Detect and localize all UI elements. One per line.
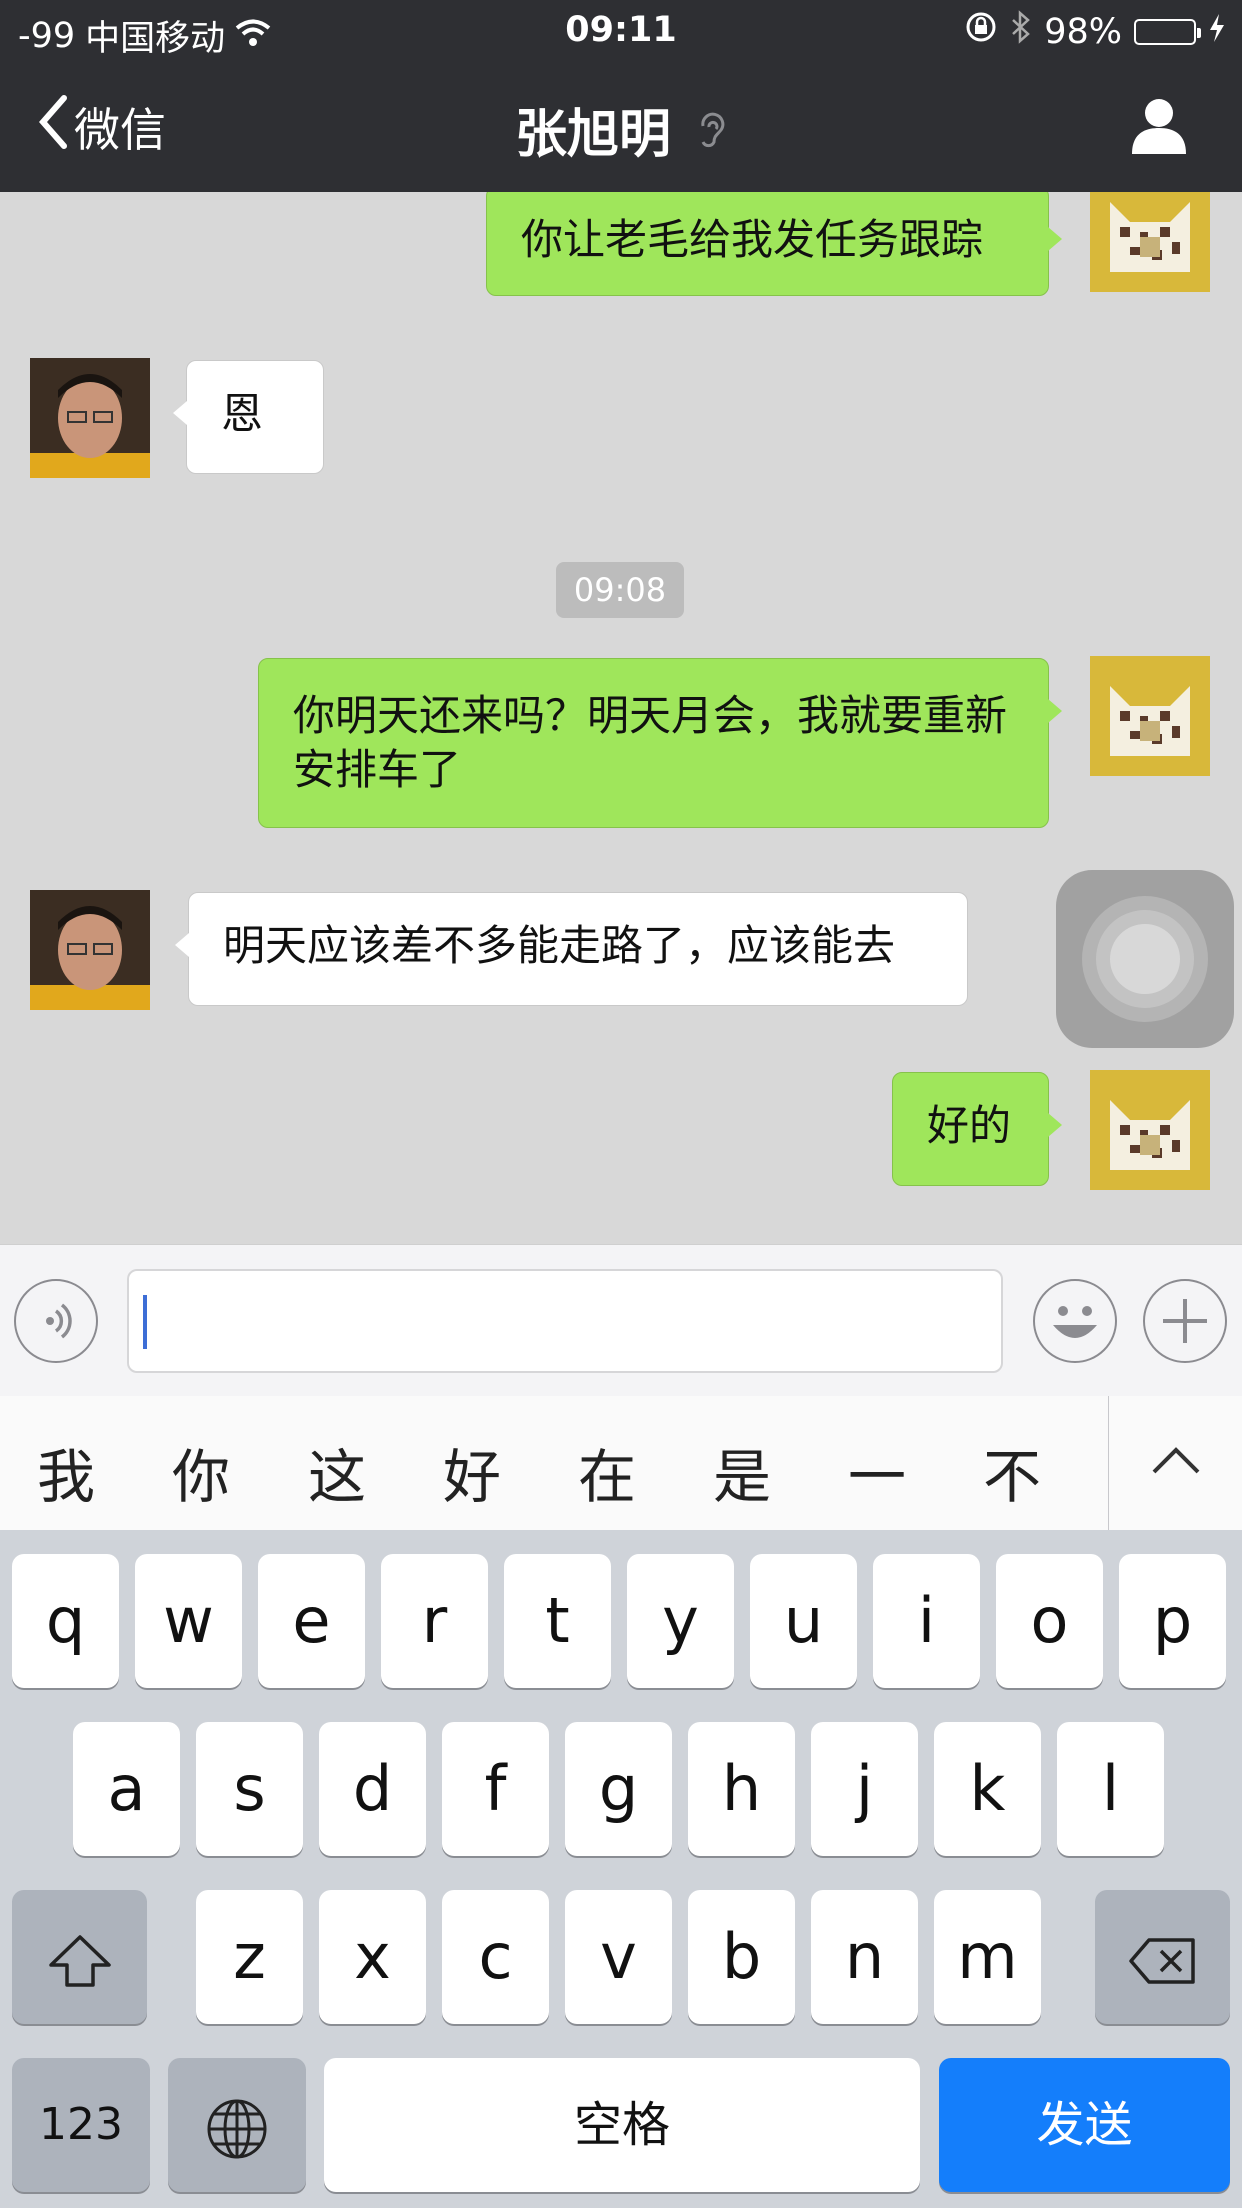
candidate-word[interactable]: 你 [151,1430,251,1514]
key-y[interactable]: y [627,1554,734,1688]
space-key[interactable]: 空格 [324,2058,920,2192]
candidate-word[interactable]: 这 [287,1430,387,1514]
candidate-word[interactable]: 是 [692,1430,792,1514]
key-h[interactable]: h [688,1722,795,1856]
contact-avatar[interactable] [30,890,150,1010]
plus-icon [1145,1299,1225,1365]
key-f[interactable]: f [442,1722,549,1856]
key-w[interactable]: w [135,1554,242,1688]
candidate-word[interactable]: 不 [962,1430,1062,1514]
message-bubble-outgoing[interactable]: 你让老毛给我发任务跟踪 [486,192,1062,296]
key-d[interactable]: d [319,1722,426,1856]
message-text: 好的 [927,1101,1012,1150]
ime-candidate-bar: 我 你 这 好 在 是 一 不 [0,1396,1242,1531]
language-switch-key[interactable] [168,2058,306,2192]
rotation-lock-icon [964,10,998,53]
my-avatar[interactable] [1090,192,1210,292]
key-r[interactable]: r [381,1554,488,1688]
chat-title: 张旭明 [0,92,1242,167]
emoji-button[interactable] [1033,1279,1117,1363]
battery-icon [1134,18,1201,45]
key-p[interactable]: p [1119,1554,1226,1688]
key-b[interactable]: b [688,1890,795,2024]
key-m[interactable]: m [934,1890,1041,2024]
key-t[interactable]: t [504,1554,611,1688]
message-bubble-incoming[interactable]: 明天应该差不多能走路了，应该能去 [175,892,968,1006]
chat-area[interactable]: 你让老毛给我发任务跟踪 恩 09:08 你明天还来吗？明天月会，我就要重新安排车… [0,192,1242,1244]
more-button[interactable] [1143,1279,1227,1363]
input-bar [0,1244,1242,1397]
backspace-key[interactable] [1095,1890,1230,2024]
message-text: 你让老毛给我发任务跟踪 [521,215,984,264]
key-j[interactable]: j [811,1722,918,1856]
key-z[interactable]: z [196,1890,303,2024]
assistive-touch-button[interactable] [1056,870,1234,1048]
key-a[interactable]: a [73,1722,180,1856]
backspace-icon [1127,1920,1199,1993]
contact-info-button[interactable] [1130,96,1188,160]
message-text: 你明天还来吗？明天月会，我就要重新安排车了 [293,691,1008,794]
candidate-word[interactable]: 好 [422,1430,522,1514]
key-e[interactable]: e [258,1554,365,1688]
my-avatar[interactable] [1090,656,1210,776]
expand-candidates-button[interactable] [1108,1396,1242,1530]
earpiece-mode-icon [683,112,727,163]
message-bubble-outgoing[interactable]: 好的 [892,1072,1062,1186]
navigation-bar: 微信 张旭明 [0,64,1242,192]
key-x[interactable]: x [319,1890,426,2024]
voice-icon [16,1303,96,1365]
key-n[interactable]: n [811,1890,918,2024]
message-text: 恩 [221,389,264,438]
message-bubble-incoming[interactable]: 恩 [173,360,324,474]
message-input[interactable] [127,1269,1003,1373]
shift-icon [45,1920,115,1993]
key-i[interactable]: i [873,1554,980,1688]
bluetooth-icon [1010,10,1032,53]
person-icon [1130,99,1188,160]
key-g[interactable]: g [565,1722,672,1856]
my-avatar[interactable] [1090,1070,1210,1190]
assistive-touch-icon [1082,896,1208,1022]
charging-icon [1208,12,1226,52]
key-u[interactable]: u [750,1554,857,1688]
contact-name: 张旭明 [514,105,671,165]
candidate-word[interactable]: 一 [827,1430,927,1514]
message-text: 明天应该差不多能走路了，应该能去 [223,921,896,970]
send-key[interactable]: 发送 [939,2058,1230,2192]
smiley-icon [1035,1306,1115,1365]
key-v[interactable]: v [565,1890,672,2024]
status-bar: -99 中国移动 09:11 98% [0,0,1242,64]
globe-icon [205,2088,269,2161]
message-timestamp: 09:08 [556,562,684,618]
text-cursor [143,1295,147,1349]
message-bubble-outgoing[interactable]: 你明天还来吗？明天月会，我就要重新安排车了 [258,658,1062,828]
top-bar: -99 中国移动 09:11 98% 微信 张旭明 [0,0,1242,192]
key-c[interactable]: c [442,1890,549,2024]
candidate-word[interactable]: 在 [557,1430,657,1514]
contact-avatar[interactable] [30,358,150,478]
key-s[interactable]: s [196,1722,303,1856]
shift-key[interactable] [12,1890,147,2024]
numbers-key[interactable]: 123 [12,2058,150,2192]
key-o[interactable]: o [996,1554,1103,1688]
key-k[interactable]: k [934,1722,1041,1856]
voice-input-button[interactable] [14,1279,98,1363]
key-q[interactable]: q [12,1554,119,1688]
battery-percent: 98% [1044,11,1122,52]
key-l[interactable]: l [1057,1722,1164,1856]
candidate-word[interactable]: 我 [16,1430,116,1514]
status-right: 98% [964,10,1226,53]
keyboard: q w e r t y u i o p a s d f g h j k l z … [0,1530,1242,2208]
